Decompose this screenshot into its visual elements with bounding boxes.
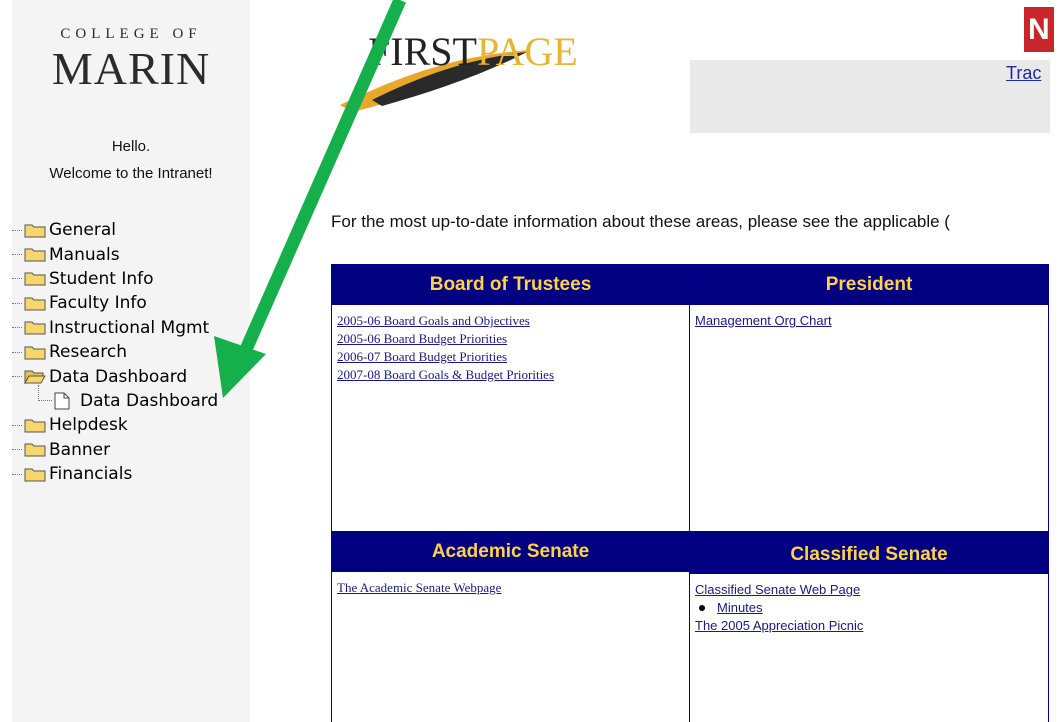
tree-item-label: Research [49,342,127,363]
tree-branch-line [12,449,22,451]
tree-item-label: Instructional Mgmt [49,317,210,338]
tree-item-label: Banner [49,439,111,460]
college-of-marin-logo[interactable]: COLLEGE OF MARIN [12,24,250,94]
tree-item-label: Data Dashboard [80,390,219,411]
tree-item-student-info[interactable]: Student Info [12,267,250,291]
tree-item-label: Student Info [49,268,154,289]
tree-elbow-line [38,384,52,401]
bullet-icon [699,605,705,611]
appreciation-picnic-link[interactable]: The 2005 Appreciation Picnic [695,617,1043,635]
panel-title: President [690,265,1048,305]
intro-text: For the most up-to-date information abou… [331,212,950,231]
president-link-org-chart[interactable]: Management Org Chart [695,312,1043,330]
classified-senate-webpage-link[interactable]: Classified Senate Web Page [695,581,1043,599]
tree-branch-line [12,327,22,329]
panel-body: The Academic Senate Webpage [332,572,689,604]
board-link-2005-06-budget[interactable]: 2005-06 Board Budget Priorities [337,330,684,348]
tree-item-research[interactable]: Research [12,340,250,364]
panel-president: President Management Org Chart [689,264,1049,532]
logo-first-text: FIRST [368,29,477,74]
academic-senate-webpage-link[interactable]: The Academic Senate Webpage [337,579,684,597]
panel-academic-senate: Academic Senate The Academic Senate Webp… [331,531,690,722]
tree-branch-line [12,376,22,378]
logo-page-text: PAGE [476,29,578,74]
tree-item-instructional-mgmt[interactable]: Instructional Mgmt [12,316,250,340]
panel-body: Classified Senate Web Page Minutes The 2… [690,574,1048,642]
tree-branch-line [12,473,22,475]
folder-icon [24,224,46,238]
board-link-2007-08-goals-budget[interactable]: 2007-08 Board Goals & Budget Priorities [337,366,684,384]
document-icon [54,392,70,410]
tree-item-label: Manuals [49,244,120,265]
folder-icon [24,346,46,360]
bullet-list-item: Minutes [695,599,1043,617]
tree-item-label: General [49,220,116,241]
panel-title: Classified Senate [690,532,1048,574]
firstpage-logo[interactable]: FIRSTPAGE [368,28,578,75]
tree-item-label: Helpdesk [49,415,128,436]
tree-item-general[interactable]: General [12,218,250,242]
track-link[interactable]: Trac [1006,63,1041,84]
tree-branch-line [12,424,22,426]
panel-title: Academic Senate [332,532,689,572]
panel-body: 2005-06 Board Goals and Objectives 2005-… [332,305,689,391]
tree-item-faculty-info[interactable]: Faculty Info [12,291,250,315]
tree-branch-line [12,351,22,353]
folder-icon [24,321,46,335]
folder-icon [24,297,46,311]
panel-title: Board of Trustees [332,265,689,305]
folder-icon [24,248,46,262]
tree-branch-line [12,302,22,304]
panel-classified-senate: Classified Senate Classified Senate Web … [689,531,1049,722]
tree-item-label: Financials [49,464,133,485]
tree-subitem-data-dashboard[interactable]: Data Dashboard [12,384,250,413]
tree-item-financials[interactable]: Financials [12,462,250,486]
logo-top-text: COLLEGE OF [60,26,202,42]
logo-main-text: MARIN [51,43,211,94]
tree-item-banner[interactable]: Banner [12,438,250,462]
open-folder-icon [24,370,46,385]
panel-body: Management Org Chart [690,305,1048,337]
greeting-hello: Hello. [111,138,151,155]
tree-item-helpdesk[interactable]: Helpdesk [12,413,250,437]
sidebar: COLLEGE OF MARIN Hello. Welcome to the I… [12,0,250,722]
minutes-link[interactable]: Minutes [717,599,763,617]
tree-branch-line [12,254,22,256]
greeting-welcome: Welcome to the Intranet! [49,165,213,182]
board-link-2005-06-goals[interactable]: 2005-06 Board Goals and Objectives [337,312,684,330]
tree-branch-line [12,278,22,280]
folder-icon [24,419,46,433]
brand-badge[interactable]: N [1024,7,1054,52]
folder-icon [24,468,46,482]
header-info-box [690,60,1050,133]
tree-branch-line [12,229,22,231]
tree-item-label: Data Dashboard [49,366,188,387]
greeting: Hello. Welcome to the Intranet! [12,133,250,187]
folder-icon [24,272,46,286]
tree-item-manuals[interactable]: Manuals [12,242,250,266]
board-link-2006-07-budget[interactable]: 2006-07 Board Budget Priorities [337,348,684,366]
panel-board-of-trustees: Board of Trustees 2005-06 Board Goals an… [331,264,690,532]
folder-icon [24,443,46,457]
tree-item-label: Faculty Info [49,293,147,314]
navigation-tree: General Manuals Student Info Faculty Inf… [12,218,250,486]
